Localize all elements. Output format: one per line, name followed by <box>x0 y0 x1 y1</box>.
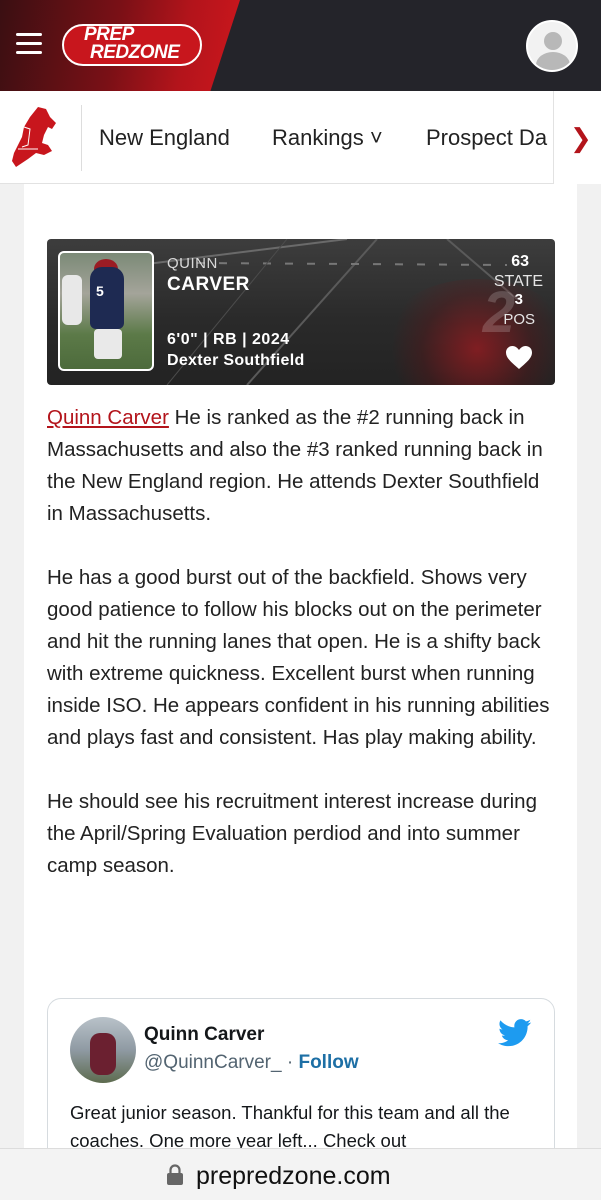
player-first-name: QUINN <box>167 255 218 272</box>
url-text[interactable]: prepredzone.com <box>196 1162 391 1191</box>
menu-icon[interactable] <box>16 33 42 55</box>
tweet-text: Great junior season. Thankful for this t… <box>70 1102 510 1151</box>
state-rank-value: 63 <box>511 253 529 270</box>
player-last-name: CARVER <box>167 274 250 295</box>
follow-button[interactable]: Follow <box>298 1052 358 1073</box>
top-header: PREP REDZONE <box>0 0 601 91</box>
browser-address-bar[interactable]: prepredzone.com <box>0 1148 601 1200</box>
article-paragraph: He should see his recruitment interest i… <box>47 790 537 877</box>
article-paragraph: Quinn Carver He is ranked as the #2 runn… <box>47 402 559 530</box>
site-logo[interactable]: PREP REDZONE <box>62 20 202 68</box>
tweet-separator: · <box>281 1052 299 1073</box>
tweet-handle-row: @QuinnCarver_ · Follow <box>144 1052 359 1074</box>
twitter-bird-icon[interactable] <box>498 1019 532 1047</box>
player-school: Dexter Southfield <box>167 352 305 369</box>
chevron-right-icon[interactable]: ❯ <box>570 123 592 154</box>
nav-divider <box>81 105 82 171</box>
lock-icon <box>167 1164 183 1185</box>
player-card[interactable]: 5 QUINN CARVER 6'0" | RB | 2024 Dexter S… <box>47 239 555 385</box>
heart-icon[interactable] <box>505 345 533 371</box>
position-rank-label: POS <box>503 311 535 328</box>
tweet-avatar[interactable] <box>70 1017 136 1083</box>
nav-item-new-england[interactable]: New England <box>99 125 230 151</box>
tweet-author-name[interactable]: Quinn Carver <box>144 1024 264 1046</box>
article-paragraph: He has a good burst out of the backfield… <box>47 566 550 749</box>
new-england-map-icon[interactable] <box>8 105 60 171</box>
state-rank-label: STATE <box>493 273 543 290</box>
player-info: 6'0" | RB | 2024 <box>167 331 290 348</box>
tweet-embed[interactable]: Quinn Carver @QuinnCarver_ · Follow Grea… <box>47 998 555 1168</box>
position-rank-value: 3 <box>514 291 523 308</box>
region-nav: New England Rankings ˅ Prospect Da ❯ <box>0 91 601 184</box>
logo-line2: REDZONE <box>90 42 180 63</box>
nav-item-prospect-database[interactable]: Prospect Da <box>426 125 547 151</box>
user-avatar-icon[interactable] <box>526 20 578 72</box>
nav-item-rankings[interactable]: Rankings ˅ <box>272 125 383 151</box>
player-name-link[interactable]: Quinn Carver <box>47 406 169 429</box>
article-body: Quinn Carver He is ranked as the #2 runn… <box>47 402 559 914</box>
nav-scroll-box: ❯ <box>553 91 601 184</box>
tweet-handle[interactable]: @QuinnCarver_ <box>144 1052 282 1073</box>
player-photo: 5 <box>58 251 154 371</box>
